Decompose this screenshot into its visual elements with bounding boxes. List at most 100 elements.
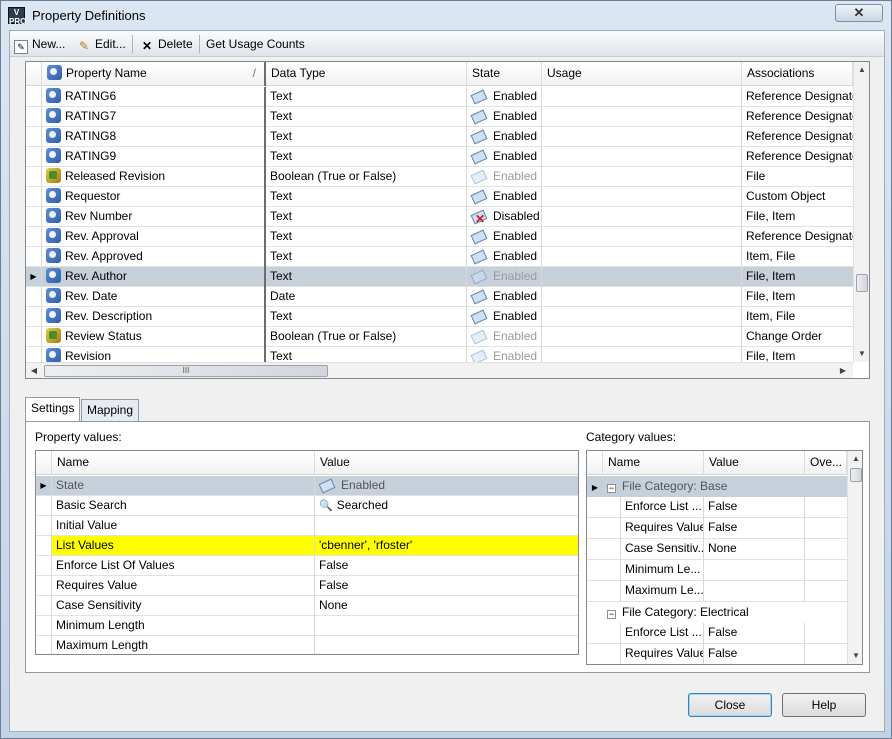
property-value-row[interactable]: ▶ State Enabled	[36, 476, 578, 496]
row-header-cell[interactable]	[36, 616, 52, 636]
category-values-grid[interactable]: Name Value Ove... ▶ − File Category: Base E…	[586, 450, 863, 665]
row-header-cell[interactable]	[26, 187, 42, 207]
collapse-toggle-icon[interactable]: −	[607, 610, 616, 619]
pv-name-cell: Enforce List Of Values	[52, 556, 315, 576]
row-header-cell[interactable]	[26, 107, 42, 127]
table-row[interactable]: Review Status Boolean (True or False) Enab…	[26, 327, 853, 347]
row-header-cell[interactable]	[36, 496, 52, 516]
table-row[interactable]: Rev. Approval Text Enabled Reference Design…	[26, 227, 853, 247]
column-cat-name[interactable]: Name	[603, 451, 704, 475]
collapse-toggle-icon[interactable]: −	[607, 484, 616, 493]
row-header-cell[interactable]	[26, 247, 42, 267]
cell-state: Enabled	[467, 127, 542, 147]
table-row[interactable]: ▶ Rev. Author Text Enabled File, Item	[26, 267, 853, 287]
category-grid-vertical-scrollbar[interactable]: ▲ ▼	[847, 451, 862, 664]
row-header-cell[interactable]	[36, 596, 52, 616]
scroll-left-icon[interactable]: ◀	[26, 363, 42, 378]
table-row[interactable]: Rev. Approved Text Enabled Item, File	[26, 247, 853, 267]
property-value-row[interactable]: Enforce List Of Values False	[36, 556, 578, 576]
new-button[interactable]: ✎ New...	[14, 35, 65, 54]
scroll-down-icon[interactable]: ▼	[848, 648, 862, 664]
category-group-row[interactable]: ▶ − File Category: Base	[587, 476, 847, 497]
vertical-scroll-thumb[interactable]	[850, 468, 862, 482]
column-associations[interactable]: Associations	[742, 62, 853, 86]
property-value-row[interactable]: Minimum Length	[36, 616, 578, 636]
window-close-button[interactable]: ✕	[835, 4, 883, 22]
property-value-row[interactable]: Basic Search 🔍 Searched	[36, 496, 578, 516]
vertical-scroll-thumb[interactable]	[856, 274, 868, 292]
category-value-row[interactable]: Requires Value False	[587, 644, 847, 664]
tab-mapping[interactable]: Mapping	[81, 399, 140, 421]
property-value-row[interactable]: Requires Value False	[36, 576, 578, 596]
row-header-cell[interactable]	[36, 536, 52, 556]
delete-button[interactable]: ✕ Delete	[140, 35, 193, 53]
row-header-cell[interactable]	[26, 307, 42, 327]
table-row[interactable]: Released Revision Boolean (True or False)…	[26, 167, 853, 187]
table-row[interactable]: RATING8 Text Enabled Reference Designator	[26, 127, 853, 147]
row-header-cell[interactable]	[36, 556, 52, 576]
tab-settings[interactable]: Settings	[25, 397, 81, 421]
table-row[interactable]: Requestor Text Enabled Custom Object	[26, 187, 853, 207]
cell-property-name: Rev. Approved	[42, 247, 266, 267]
row-header-cell[interactable]	[26, 327, 42, 347]
scroll-up-icon[interactable]: ▲	[848, 451, 862, 467]
row-header-cell[interactable]	[26, 207, 42, 227]
column-state[interactable]: State	[467, 62, 542, 86]
category-value-row[interactable]: Enforce List ... False	[587, 497, 847, 518]
help-button[interactable]: Help	[782, 693, 866, 717]
row-header-cell[interactable]	[36, 576, 52, 596]
edit-button[interactable]: ✎ Edit...	[77, 35, 126, 53]
enabled-state-icon	[471, 329, 487, 343]
table-row[interactable]: RATING6 Text Enabled Reference Designator	[26, 87, 853, 107]
column-name[interactable]: Name	[52, 451, 315, 475]
row-header-cell[interactable]	[26, 127, 42, 147]
category-value-row[interactable]: Case Sensitiv... None	[587, 539, 847, 560]
pv-value-text: Enabled	[341, 478, 386, 492]
current-row-indicator-icon[interactable]: ▶	[26, 267, 42, 287]
column-data-type[interactable]: Data Type	[266, 62, 467, 86]
property-value-row[interactable]: Maximum Length	[36, 636, 578, 654]
row-header-cell[interactable]	[26, 167, 42, 187]
toolbar-separator	[199, 35, 200, 53]
edit-icon: ✎	[78, 39, 90, 53]
property-value-row[interactable]: List Values 'cbenner', 'rfoster'	[36, 536, 578, 556]
table-row[interactable]: RATING7 Text Enabled Reference Designator	[26, 107, 853, 127]
category-value-row[interactable]: Requires Value False	[587, 518, 847, 539]
table-row[interactable]: Rev. Date Date Enabled File, Item	[26, 287, 853, 307]
column-cat-override[interactable]: Ove...	[805, 451, 847, 475]
cell-data-type: Text	[266, 227, 467, 247]
scroll-right-icon[interactable]: ▶	[835, 363, 851, 378]
table-row[interactable]: Rev Number Text Disabled File, Item	[26, 207, 853, 227]
scroll-up-icon[interactable]: ▲	[854, 62, 869, 78]
property-grid[interactable]: Property Name / Data Type State Usage As…	[25, 61, 870, 379]
close-button[interactable]: Close	[688, 693, 772, 717]
table-row[interactable]: RATING9 Text Enabled Reference Designator	[26, 147, 853, 167]
property-grid-vertical-scrollbar[interactable]: ▲ ▼	[853, 62, 869, 362]
category-value-row[interactable]: Maximum Le...	[587, 581, 847, 602]
column-value[interactable]: Value	[315, 451, 578, 475]
column-cat-value[interactable]: Value	[704, 451, 805, 475]
column-usage[interactable]: Usage	[542, 62, 742, 86]
property-value-row[interactable]: Case Sensitivity None	[36, 596, 578, 616]
pv-value-cell: False	[315, 576, 578, 596]
scroll-down-icon[interactable]: ▼	[854, 346, 869, 362]
current-row-indicator-icon[interactable]: ▶	[36, 476, 52, 496]
property-values-grid[interactable]: Name Value ▶ State Enabled Basic Search 🔍 Sea…	[35, 450, 579, 655]
row-header-cell[interactable]	[26, 287, 42, 307]
table-row[interactable]: Rev. Description Text Enabled Item, File	[26, 307, 853, 327]
category-value-row[interactable]: Enforce List ... False	[587, 623, 847, 644]
row-header-cell[interactable]	[36, 636, 52, 654]
get-usage-counts-button[interactable]: Get Usage Counts	[206, 35, 305, 53]
category-group-row[interactable]: − File Category: Electrical	[587, 602, 847, 623]
column-property-name[interactable]: Property Name /	[42, 62, 266, 86]
row-header-cell[interactable]	[26, 227, 42, 247]
horizontal-scroll-thumb[interactable]: III	[44, 365, 328, 377]
state-text: Enabled	[493, 189, 538, 203]
property-grid-horizontal-scrollbar[interactable]: ◀ III ▶	[26, 362, 853, 378]
property-value-row[interactable]: Initial Value	[36, 516, 578, 536]
row-header-cell[interactable]	[26, 87, 42, 107]
category-value-row[interactable]: Minimum Le...	[587, 560, 847, 581]
cell-data-type: Text	[266, 147, 467, 167]
row-header-cell[interactable]	[26, 147, 42, 167]
row-header-cell[interactable]	[36, 516, 52, 536]
